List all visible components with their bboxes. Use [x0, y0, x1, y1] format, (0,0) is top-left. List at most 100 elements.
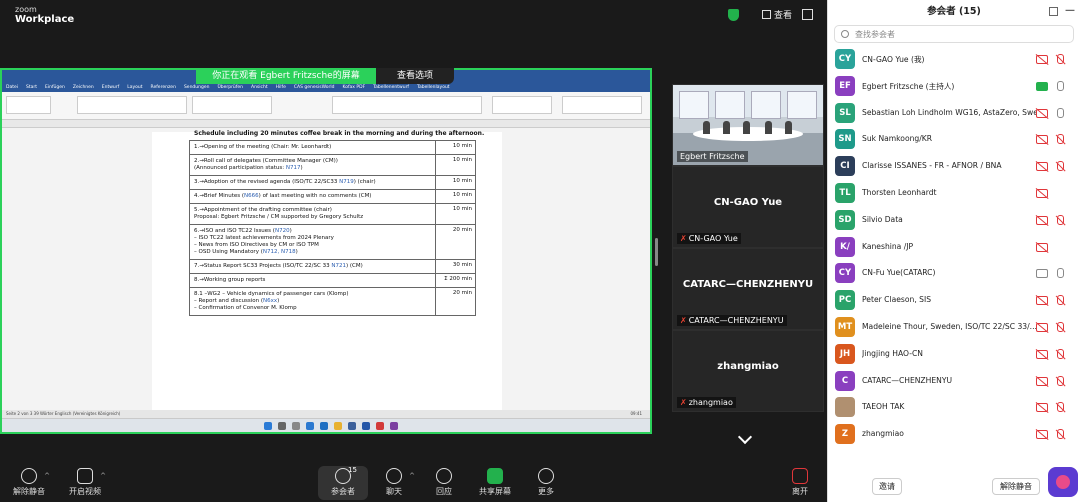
share-arrow-icon — [487, 468, 503, 484]
ribbon-tab[interactable]: Überprüfen — [217, 85, 243, 90]
agenda-row: 8.→Working group reports Σ 200 min — [189, 273, 476, 287]
video-tile[interactable]: zhangmiao ✗ zhangmiao — [672, 330, 824, 412]
participant-row[interactable]: SN Suk Namkoong/KR — [828, 126, 1080, 153]
video-tile[interactable]: CN-GAO Yue ✗ CN-GAO Yue — [672, 166, 824, 248]
ribbon-tab[interactable]: Tabellenentwurf — [373, 85, 409, 90]
agenda-line: 5.→Appointment of the drafting committee… — [194, 207, 332, 213]
ribbon-tab[interactable]: Hilfe — [276, 85, 286, 90]
video-tile[interactable]: CATARC—CHENZHENYU ✗ CATARC—CHENZHENYU — [672, 248, 824, 330]
splitter-handle[interactable] — [655, 238, 658, 266]
video-tile[interactable]: Egbert Fritzsche — [672, 84, 824, 166]
security-shield-icon[interactable] — [728, 9, 739, 21]
view-options-button[interactable]: 查看选项 — [376, 68, 454, 84]
view-button[interactable]: 查看 — [762, 8, 792, 21]
participant-name: Madeleine Thour, Sweden, ISO/TC 22/SC 33… — [862, 321, 1037, 331]
avatar: SL — [835, 102, 855, 123]
close-icon[interactable]: — — [1065, 6, 1075, 16]
ribbon-tab[interactable]: Referenzen — [151, 85, 176, 90]
participant-name: CN-GAO Yue (我) — [862, 55, 925, 64]
duration-cell: 10 min — [435, 155, 475, 175]
agenda-line: – ISO TC22 latest achievements from 2024… — [194, 235, 334, 241]
participant-name: Egbert Fritzsche (主持人) — [862, 81, 955, 91]
video-name-label: Egbert Fritzsche — [677, 151, 748, 162]
ribbon-tab[interactable]: Start — [26, 85, 37, 90]
outlook-icon[interactable] — [320, 422, 328, 430]
taskview-icon[interactable] — [292, 422, 300, 430]
mic-muted-icon — [1054, 54, 1066, 66]
invite-button[interactable]: 邀请 — [872, 478, 902, 495]
popout-icon[interactable] — [1049, 7, 1058, 16]
mute-all-button[interactable]: 解除静音 — [992, 478, 1040, 495]
participant-row[interactable]: K/Kaneshina /JP — [828, 234, 1080, 261]
camera-off-icon — [1036, 376, 1048, 386]
caret-up-icon[interactable]: ^ — [44, 472, 50, 480]
participant-row[interactable]: SD Silvio Data — [828, 207, 1080, 234]
pdf-icon[interactable] — [376, 422, 384, 430]
participants-button[interactable]: 15 参会者 — [318, 466, 368, 500]
ribbon-tab[interactable]: Datei — [6, 85, 18, 90]
participants-panel: 参会者 (15) — 查找参会者 CY CN-GAO Yue (我) EF Egber… — [827, 0, 1080, 502]
teams-icon[interactable] — [390, 422, 398, 430]
ribbon-tab[interactable]: Tabellenlayout — [417, 85, 450, 90]
grid-icon — [762, 10, 771, 19]
ribbon-tab[interactable]: Ansicht — [251, 85, 268, 90]
participant-row[interactable]: Zzhangmiao — [828, 421, 1080, 448]
react-button[interactable]: 回应 — [419, 468, 469, 497]
participant-row[interactable]: PC Peter Claeson, SIS — [828, 287, 1080, 314]
avatar: CY — [835, 263, 855, 284]
participant-row[interactable]: EF Egbert Fritzsche (主持人) — [828, 73, 1080, 100]
ribbon-tab[interactable]: Einfügen — [45, 85, 65, 90]
sharing-banner: 你正在观看 Egbert Fritzsche的屏幕 — [196, 68, 376, 84]
participant-row[interactable]: TAEOH TAK — [828, 394, 1080, 421]
agenda-line: – Report and discussion (N6xx) — [194, 298, 280, 304]
participant-row[interactable]: CI Clarisse ISSANES - FR - AFNOR / BNA — [828, 153, 1080, 180]
ribbon-tab[interactable]: Kofax PDF — [342, 85, 365, 90]
participant-row[interactable]: CY CN-Fu Yue(CATARC) — [828, 260, 1080, 287]
avatar: EF — [835, 75, 855, 96]
chevron-down-icon[interactable] — [737, 429, 753, 445]
participant-search-input[interactable]: 查找参会者 — [834, 25, 1074, 43]
explorer-icon[interactable] — [334, 422, 342, 430]
mic-muted-icon: ✗ — [680, 234, 687, 243]
top-bar: zoom Workplace 查看 — [0, 0, 827, 32]
leave-button[interactable]: 离开 — [775, 468, 825, 497]
ribbon-tab[interactable]: CAS genesisWorld — [294, 85, 335, 90]
word-icon[interactable] — [348, 422, 356, 430]
participant-name: Peter Claeson, SIS — [862, 295, 932, 305]
agenda-row: 4.→Brief Minutes (N666) of last meeting … — [189, 189, 476, 203]
document-page: Schedule including 20 minutes coffee bre… — [152, 130, 502, 420]
search-icon[interactable] — [278, 422, 286, 430]
ribbon-tab[interactable]: Sendungen — [184, 85, 210, 90]
participant-row[interactable]: C CATARC—CHENZHENYU — [828, 368, 1080, 395]
agenda-line: 3.→Adoption of the revised agenda (ISO/T… — [194, 179, 376, 185]
participant-row[interactable]: JH Jingjing HAO-CN — [828, 341, 1080, 368]
ribbon-tab[interactable]: Zeichnen — [73, 85, 94, 90]
participant-row[interactable]: CY CN-GAO Yue (我) — [828, 46, 1080, 73]
share-screen-button[interactable]: 共享屏幕 — [470, 468, 520, 497]
camera-off-icon — [1036, 108, 1048, 118]
paragraph-group — [192, 96, 272, 114]
agenda-line: – Confirmation of Convenor M. Klomp — [194, 305, 297, 311]
zoom-logo: zoom Workplace — [15, 5, 75, 25]
camera-off-icon — [1036, 296, 1048, 306]
fullscreen-icon[interactable] — [802, 9, 813, 20]
agenda-line: 7.→Status Report SC33 Projects (ISO/TC 2… — [194, 263, 363, 269]
agenda-line: Proposal: Egbert Fritzsche / CM supporte… — [194, 214, 364, 220]
ribbon-tab[interactable]: Layout — [127, 85, 142, 90]
ai-companion-icon[interactable] — [1048, 467, 1078, 497]
more-button[interactable]: 更多 — [521, 468, 571, 497]
unmute-button[interactable]: 解除静音 ^ — [4, 468, 54, 497]
caret-up-icon[interactable]: ^ — [100, 472, 106, 480]
participant-row[interactable]: SL Sebastian Loh Lindholm WG16, AstaZero,… — [828, 100, 1080, 127]
duration-cell: 10 min — [435, 176, 475, 189]
app-icon[interactable] — [362, 422, 370, 430]
video-column: Egbert Fritzsche CN-GAO Yue ✗ CN-GAO Yue CAT… — [672, 84, 824, 412]
caret-up-icon[interactable]: ^ — [409, 472, 415, 480]
chat-button[interactable]: 聊天 ^ — [369, 468, 419, 497]
edge-icon[interactable] — [306, 422, 314, 430]
start-icon[interactable] — [264, 422, 272, 430]
start-video-button[interactable]: 开启视频 ^ — [60, 468, 110, 497]
ribbon-tab[interactable]: Entwurf — [102, 85, 119, 90]
participant-row[interactable]: MT Madeleine Thour, Sweden, ISO/TC 22/SC … — [828, 314, 1080, 341]
participant-row[interactable]: TL Thorsten Leonhardt — [828, 180, 1080, 207]
